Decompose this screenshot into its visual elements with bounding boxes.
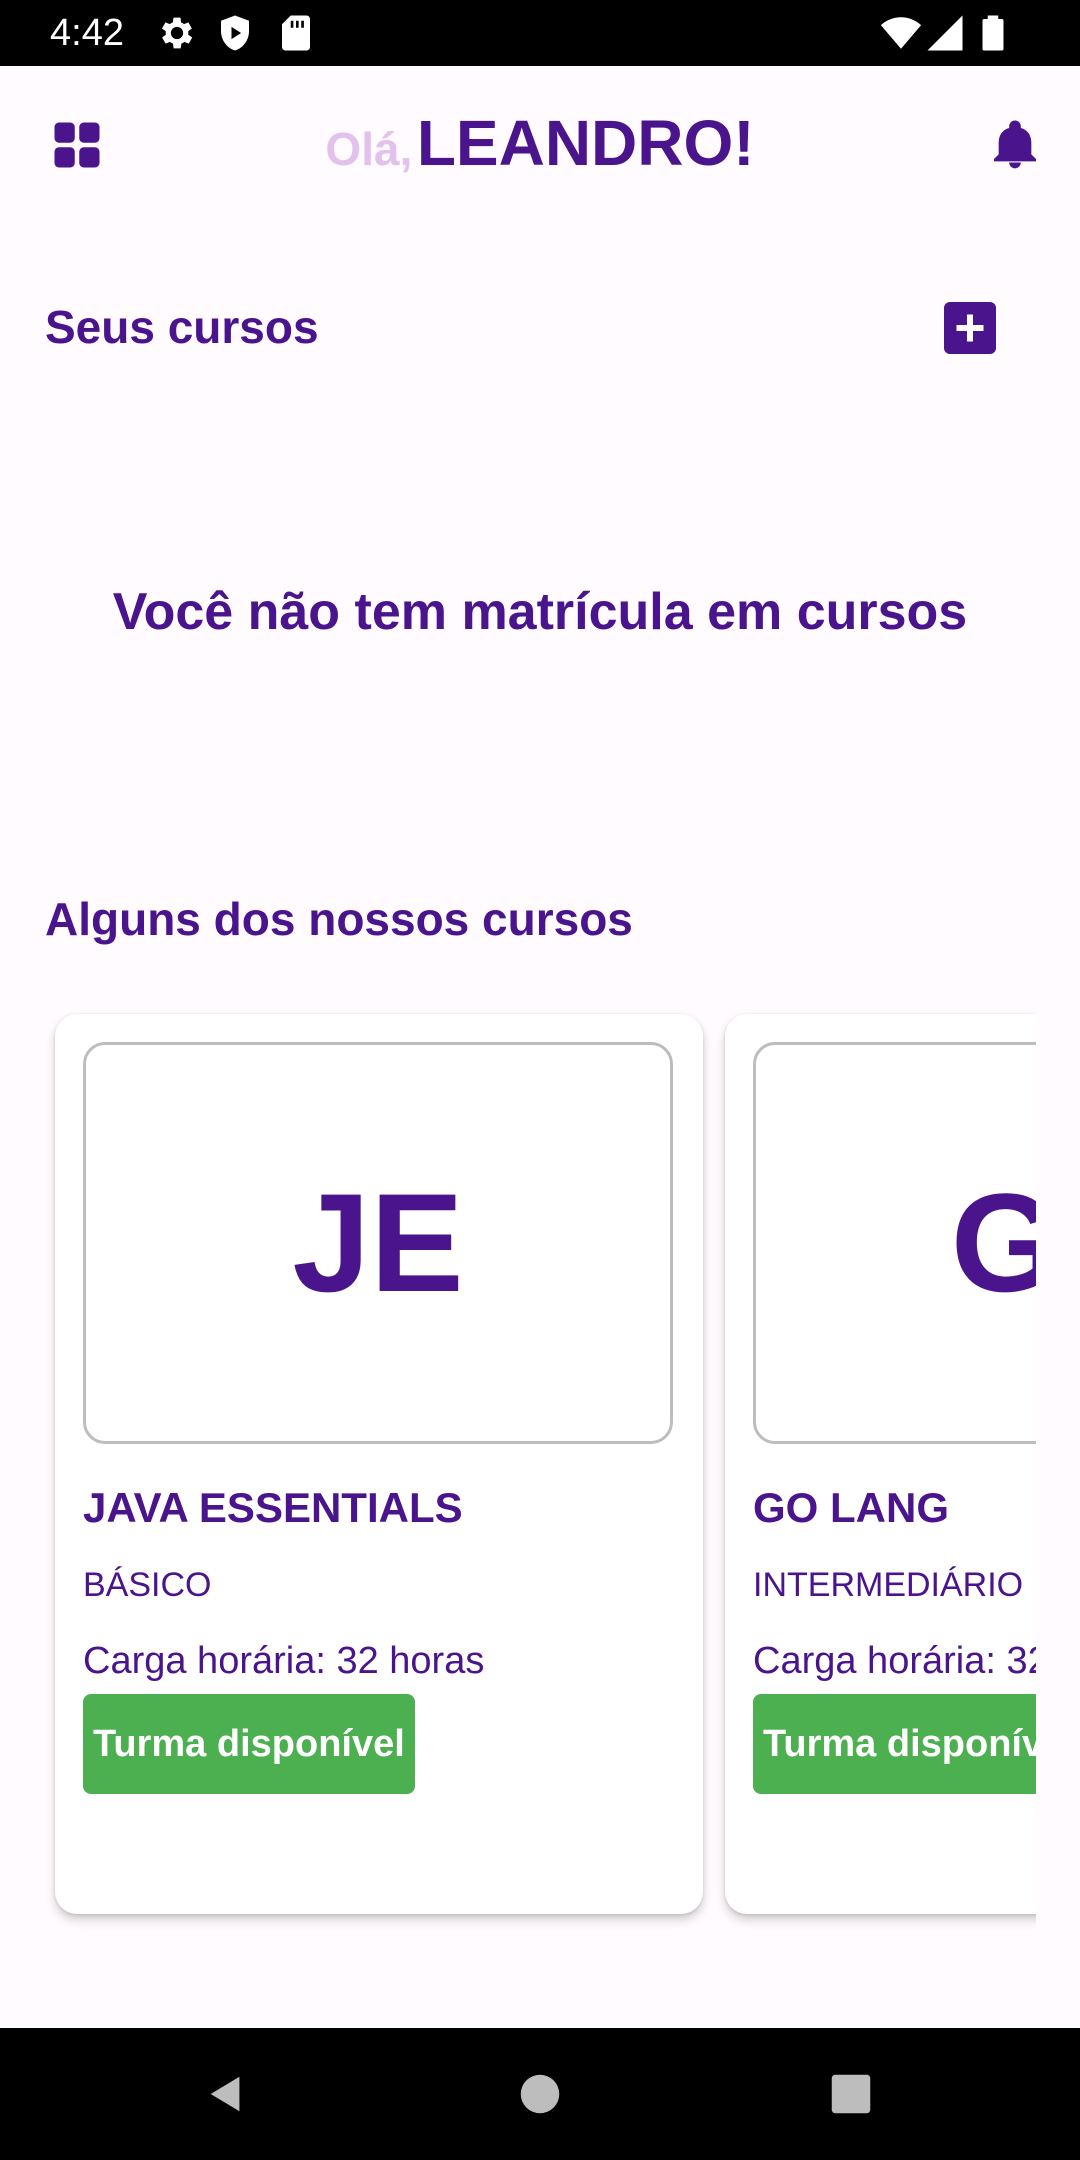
- notifications-button[interactable]: [980, 110, 1050, 180]
- class-available-button[interactable]: Turma disponível: [83, 1694, 415, 1794]
- course-name: GO LANG: [753, 1484, 949, 1531]
- course-cover: GL: [753, 1042, 1036, 1444]
- class-available-button[interactable]: Turma disponível: [753, 1694, 1036, 1794]
- course-initials: GL: [756, 1045, 1036, 1441]
- course-card[interactable]: GL GO LANG INTERMEDIÁRIO Carga horária: …: [725, 1014, 1036, 1914]
- nav-recents-button[interactable]: [821, 2064, 881, 2124]
- signal-icon: [924, 12, 966, 54]
- status-bar: 4:42: [0, 0, 1080, 66]
- wifi-icon: [880, 12, 922, 54]
- home-circle-icon: [519, 2073, 561, 2115]
- course-cover: JE: [83, 1042, 673, 1444]
- system-nav-bar: [0, 2028, 1080, 2160]
- nav-home-button[interactable]: [510, 2064, 570, 2124]
- plus-square-icon: [952, 310, 988, 346]
- play-protect-icon: [214, 12, 256, 54]
- settings-gear-icon: [156, 12, 198, 54]
- course-level: BÁSICO: [83, 1566, 212, 1604]
- bell-icon: [987, 117, 1043, 173]
- back-triangle-icon: [203, 2071, 249, 2117]
- app-screen: 4:42 Olá, LEANDRO! Seus cursos Você não …: [0, 0, 1080, 2160]
- course-initials: JE: [292, 1164, 464, 1321]
- greeting-prefix: Olá,: [325, 123, 413, 175]
- course-level: INTERMEDIÁRIO: [753, 1566, 1024, 1604]
- course-name: JAVA ESSENTIALS: [83, 1484, 463, 1531]
- status-time: 4:42: [50, 12, 124, 54]
- courses-carousel[interactable]: JE JAVA ESSENTIALS BÁSICO Carga horária:…: [0, 990, 1036, 1950]
- course-workload: Carga horária: 32 horas: [753, 1640, 1036, 1682]
- user-name: LEANDRO!: [416, 107, 755, 179]
- course-workload: Carga horária: 32 horas: [83, 1640, 485, 1682]
- nav-back-button[interactable]: [196, 2064, 256, 2124]
- sd-card-icon: [275, 12, 317, 54]
- greeting: Olá, LEANDRO!: [0, 106, 1080, 180]
- app-header: Olá, LEANDRO!: [0, 66, 1080, 221]
- add-course-button[interactable]: [944, 302, 996, 354]
- your-courses-title: Seus cursos: [45, 301, 319, 353]
- featured-courses-title: Alguns dos nossos cursos: [45, 893, 633, 945]
- battery-icon: [972, 12, 1014, 54]
- recents-square-icon: [830, 2073, 872, 2115]
- course-card[interactable]: JE JAVA ESSENTIALS BÁSICO Carga horária:…: [55, 1014, 703, 1914]
- empty-courses-message: Você não tem matrícula em cursos: [112, 583, 968, 641]
